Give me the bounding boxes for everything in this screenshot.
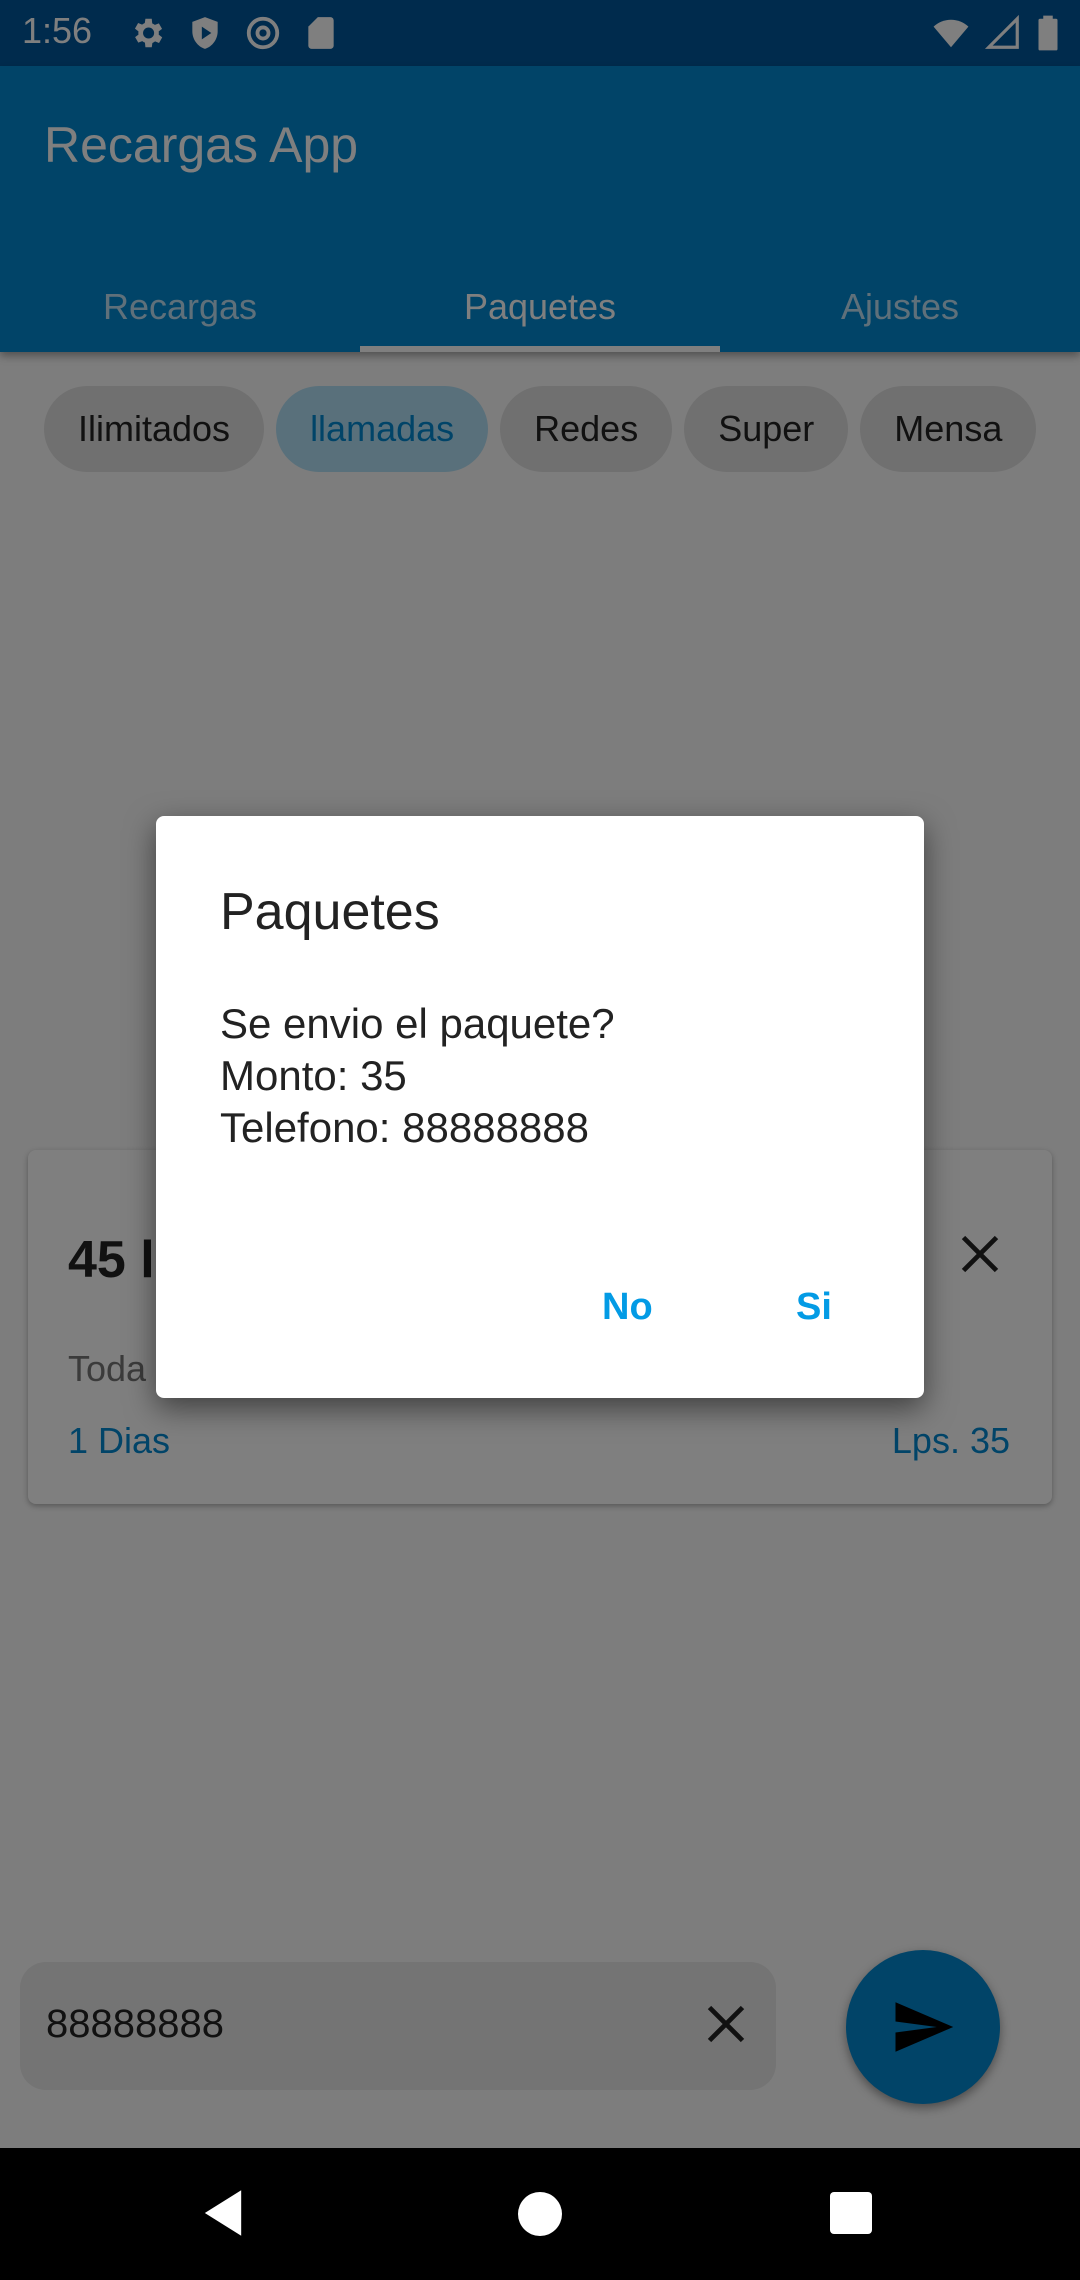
dialog-message: Se envio el paquete? Monto: 35 Telefono:…	[220, 998, 615, 1154]
home-icon[interactable]	[518, 2192, 562, 2236]
recents-icon[interactable]	[830, 2192, 872, 2234]
dialog-message-amount: Monto: 35	[220, 1052, 407, 1099]
back-icon[interactable]	[200, 2188, 246, 2238]
system-nav-bar	[0, 2148, 1080, 2280]
dialog-message-question: Se envio el paquete?	[220, 1000, 615, 1047]
dialog-message-phone: Telefono: 88888888	[220, 1104, 589, 1151]
no-button[interactable]: No	[582, 1276, 673, 1339]
confirm-dialog: Paquetes Se envio el paquete? Monto: 35 …	[156, 816, 924, 1398]
si-button[interactable]: Si	[776, 1276, 852, 1339]
dialog-title: Paquetes	[220, 883, 440, 941]
